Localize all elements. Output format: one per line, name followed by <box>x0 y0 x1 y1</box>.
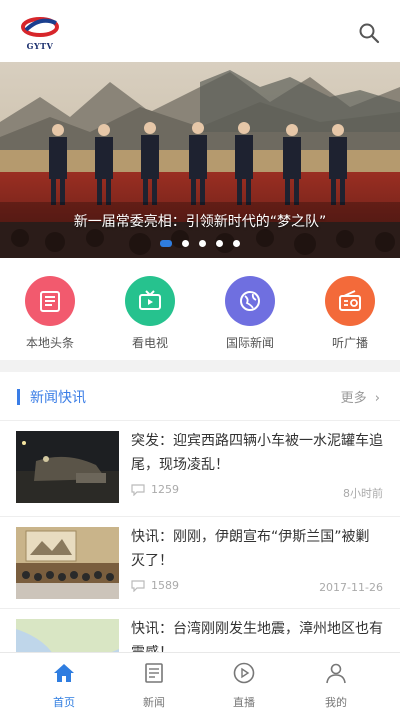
chevron-right-icon: › <box>374 391 380 406</box>
category-label: 看电视 <box>131 336 168 350</box>
news-thumbnail <box>16 619 119 652</box>
comment-count-value: 1589 <box>151 579 179 592</box>
news-title[interactable]: 快讯：刚刚，伊朗宣布“伊斯兰国”被剿灭了！ <box>131 525 383 573</box>
newspaper-icon <box>25 276 75 326</box>
carousel-dot[interactable] <box>182 240 189 247</box>
category-international-news[interactable]: 国际新闻 <box>210 276 290 351</box>
tab-label: 首页 <box>53 696 75 709</box>
more-link[interactable]: 更多 › <box>341 387 380 406</box>
play-icon <box>233 662 255 684</box>
carousel-dot[interactable] <box>216 240 223 247</box>
globe-icon <box>225 276 275 326</box>
section-accent-bar <box>17 389 20 405</box>
news-item[interactable]: 快讯：刚刚，伊朗宣布“伊斯兰国”被剿灭了！ 1589 2017-11-26 <box>0 516 400 612</box>
search-button[interactable] <box>358 22 380 44</box>
tab-label: 直播 <box>233 696 255 709</box>
category-local-headlines[interactable]: 本地头条 <box>10 276 90 351</box>
section-title: 新闻快讯 <box>30 390 86 406</box>
search-icon <box>359 23 380 44</box>
carousel-indicator <box>0 240 400 250</box>
news-meta: 1259 8小时前 <box>131 483 383 501</box>
news-item[interactable]: 突发：迎宾西路四辆小车被一水泥罐车追尾，现场凌乱！ 1259 8小时前 <box>0 420 400 516</box>
carousel-dot[interactable] <box>160 240 172 247</box>
news-time: 8小时前 <box>343 487 383 500</box>
user-icon <box>326 663 346 684</box>
news-title[interactable]: 快讯：台湾刚刚发生地震，漳州地区也有震感！ <box>131 617 383 652</box>
tab-home[interactable]: 首页 <box>34 661 94 710</box>
home-icon <box>54 664 74 682</box>
news-icon <box>145 663 163 683</box>
news-title[interactable]: 突发：迎宾西路四辆小车被一水泥罐车追尾，现场凌乱！ <box>131 429 383 477</box>
carousel-dot[interactable] <box>199 240 206 247</box>
comment-count: 1259 <box>131 483 179 496</box>
category-label: 国际新闻 <box>225 336 274 350</box>
app-header: GYTV <box>0 0 400 62</box>
banner-caption[interactable]: 新一届常委亮相：引领新时代的“梦之队” <box>0 208 400 236</box>
tab-profile[interactable]: 我的 <box>306 661 366 710</box>
news-time: 2017-11-26 <box>319 581 383 594</box>
radio-icon <box>325 276 375 326</box>
tab-label: 我的 <box>325 696 347 709</box>
news-section-header: 新闻快讯 更多 › <box>0 372 400 420</box>
comment-count-value: 1259 <box>151 483 179 496</box>
news-thumbnail <box>16 527 119 599</box>
tab-label: 新闻 <box>143 696 165 709</box>
comment-count: 1589 <box>131 579 179 592</box>
news-item[interactable]: 快讯：台湾刚刚发生地震，漳州地区也有震感！ <box>0 608 400 652</box>
news-meta: 1589 2017-11-26 <box>131 579 383 597</box>
app-logo[interactable]: GYTV <box>18 14 62 52</box>
comment-icon <box>131 579 145 592</box>
more-label: 更多 <box>340 391 367 406</box>
logo-text: GYTV <box>26 41 54 51</box>
bottom-tab-bar: 首页 新闻 直播 我的 <box>0 652 400 714</box>
category-watch-tv[interactable]: 看电视 <box>110 276 190 351</box>
news-thumbnail <box>16 431 119 503</box>
carousel-dot[interactable] <box>233 240 240 247</box>
category-label: 本地头条 <box>25 336 74 350</box>
category-radio[interactable]: 听广播 <box>310 276 390 351</box>
tab-news[interactable]: 新闻 <box>124 661 184 710</box>
category-shortcuts: 本地头条 看电视 国际新闻 听广播 <box>0 258 400 360</box>
section-divider <box>0 360 400 372</box>
tv-icon <box>125 276 175 326</box>
comment-icon <box>131 483 145 496</box>
logo-swoosh-icon <box>21 17 59 37</box>
tab-live[interactable]: 直播 <box>214 661 274 710</box>
category-label: 听广播 <box>331 336 368 350</box>
banner-carousel[interactable]: 新一届常委亮相：引领新时代的“梦之队” <box>0 62 400 258</box>
